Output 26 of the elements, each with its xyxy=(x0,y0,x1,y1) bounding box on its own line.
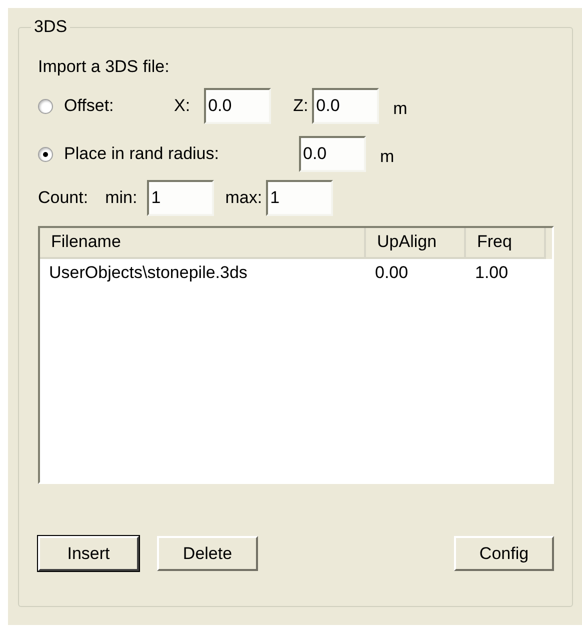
unit-label: m xyxy=(393,98,408,119)
input-field[interactable]: 0.0 xyxy=(312,88,380,124)
column-header[interactable]: Freq xyxy=(466,228,546,259)
push-button[interactable]: Delete xyxy=(157,536,258,571)
radio-button[interactable] xyxy=(38,98,53,114)
field-label: max: xyxy=(225,188,262,208)
push-button[interactable]: Config xyxy=(454,536,554,571)
input-field[interactable]: 0.0 xyxy=(299,136,366,172)
field-label: Count: xyxy=(38,188,88,208)
column-header[interactable]: UpAlign xyxy=(366,228,466,259)
field-label: min: xyxy=(105,188,138,208)
field-label: X: xyxy=(174,96,190,116)
table-cell-text: UserObjects\stonepile.3ds xyxy=(48,262,248,284)
table-cell-text: 1.00 xyxy=(474,262,510,284)
input-field[interactable]: 1 xyxy=(147,180,214,216)
radio-label[interactable]: Place in rand radius: xyxy=(64,144,299,164)
field-label: Z: xyxy=(293,96,308,116)
input-field[interactable]: 1 xyxy=(266,180,334,216)
input-field[interactable]: 0.0 xyxy=(204,88,272,124)
unit-label: m xyxy=(380,146,394,167)
table-cell-text: 0.00 xyxy=(374,262,410,284)
column-header[interactable]: Filename xyxy=(40,228,366,259)
push-button[interactable]: Insert xyxy=(38,536,139,571)
radio-button[interactable] xyxy=(38,146,53,162)
section-label: Import a 3DS file: xyxy=(38,56,170,78)
radio-label[interactable]: Offset: xyxy=(64,96,174,116)
